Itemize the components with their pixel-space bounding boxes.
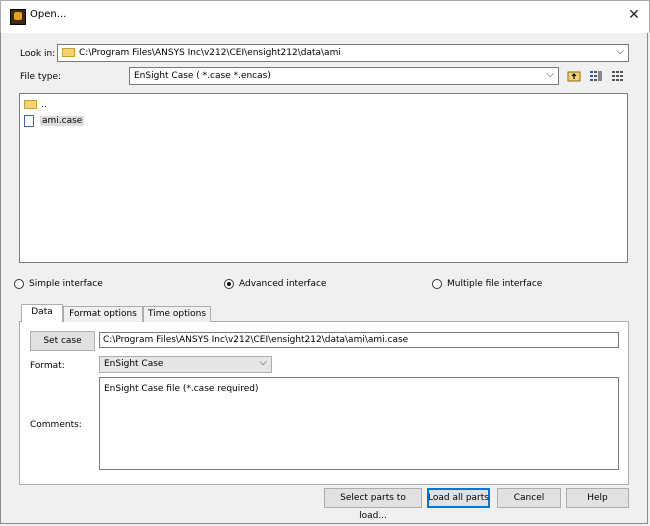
- comments-label: Comments:: [30, 420, 82, 430]
- file-type-value: EnSight Case ( *.case *.encas): [134, 71, 271, 81]
- folder-icon: [24, 100, 37, 109]
- simple-interface-label: Simple interface: [29, 279, 103, 289]
- tab-data[interactable]: Data: [21, 304, 63, 322]
- chevron-down-icon: ⌵: [616, 46, 624, 57]
- close-icon[interactable]: ✕: [625, 6, 643, 24]
- case-path-value: C:\Program Files\ANSYS Inc\v212\CEI\ensi…: [103, 335, 409, 345]
- format-label: Format:: [30, 361, 65, 371]
- file-name: ..: [41, 100, 47, 110]
- file-list[interactable]: .. ami.case: [19, 93, 628, 263]
- set-case-button[interactable]: Set case: [30, 331, 95, 351]
- folder-icon: [62, 48, 75, 57]
- case-path-input[interactable]: C:\Program Files\ANSYS Inc\v212\CEI\ensi…: [99, 332, 619, 348]
- list-item[interactable]: ami.case: [24, 114, 85, 128]
- title-bar: [0, 0, 650, 33]
- format-value: EnSight Case: [104, 359, 164, 369]
- look-in-path: C:\Program Files\ANSYS Inc\v212\CEI\ensi…: [79, 48, 341, 58]
- load-all-parts-button[interactable]: Load all parts: [427, 488, 490, 508]
- comments-text: EnSight Case file (*.case required): [104, 384, 259, 394]
- look-in-label: Look in:: [20, 49, 56, 59]
- file-type-combo[interactable]: EnSight Case ( *.case *.encas) ⌵: [129, 67, 559, 85]
- simple-interface-radio[interactable]: [14, 279, 24, 289]
- chevron-down-icon: ⌵: [259, 357, 267, 368]
- comments-textarea[interactable]: EnSight Case file (*.case required): [99, 377, 619, 470]
- window-title: Open...: [30, 9, 67, 20]
- up-folder-icon[interactable]: [567, 69, 581, 83]
- tab-time-options[interactable]: Time options: [143, 306, 211, 322]
- multiple-file-interface-radio[interactable]: [432, 279, 442, 289]
- advanced-interface-label: Advanced interface: [239, 279, 327, 289]
- select-parts-button[interactable]: Select parts to load...: [324, 488, 422, 521]
- tab-format-options[interactable]: Format options: [63, 306, 143, 322]
- advanced-interface-radio[interactable]: [224, 279, 234, 289]
- look-in-combo[interactable]: C:\Program Files\ANSYS Inc\v212\CEI\ensi…: [57, 44, 629, 62]
- detail-view-icon[interactable]: [589, 69, 603, 83]
- file-type-label: File type:: [20, 72, 62, 82]
- file-name: ami.case: [40, 116, 85, 126]
- file-icon: [24, 114, 34, 127]
- help-button[interactable]: Help: [566, 488, 629, 508]
- format-select[interactable]: EnSight Case ⌵: [99, 356, 272, 373]
- chevron-down-icon: ⌵: [546, 69, 554, 80]
- ensight-app-icon: [10, 9, 26, 25]
- list-item[interactable]: ..: [24, 98, 47, 112]
- multiple-file-interface-label: Multiple file interface: [447, 279, 543, 289]
- list-view-icon[interactable]: [611, 69, 625, 83]
- cancel-button[interactable]: Cancel: [497, 488, 561, 508]
